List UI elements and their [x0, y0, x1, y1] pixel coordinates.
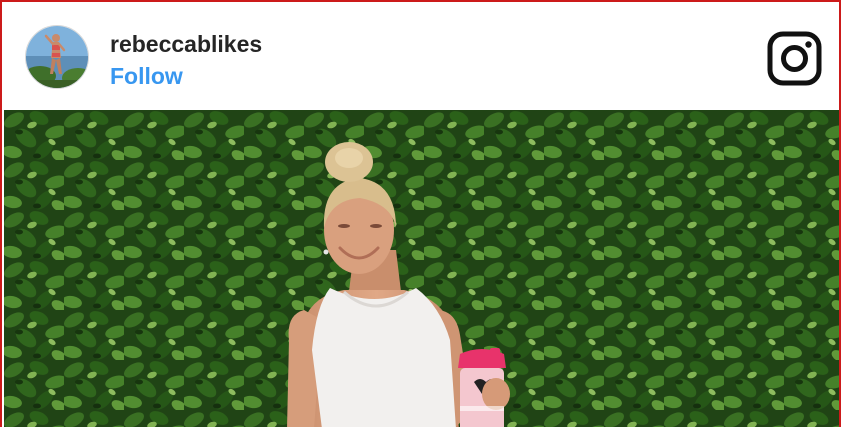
- instagram-icon[interactable]: [767, 31, 822, 86]
- embedded-post: rebeccablikes Follow: [0, 0, 841, 427]
- avatar[interactable]: [25, 25, 89, 89]
- follow-button[interactable]: Follow: [110, 62, 183, 90]
- post-photo[interactable]: [4, 110, 839, 427]
- post-image: [4, 110, 839, 427]
- avatar-photo: [26, 26, 88, 88]
- post-header: rebeccablikes Follow: [4, 4, 839, 110]
- username[interactable]: rebeccablikes: [110, 30, 262, 58]
